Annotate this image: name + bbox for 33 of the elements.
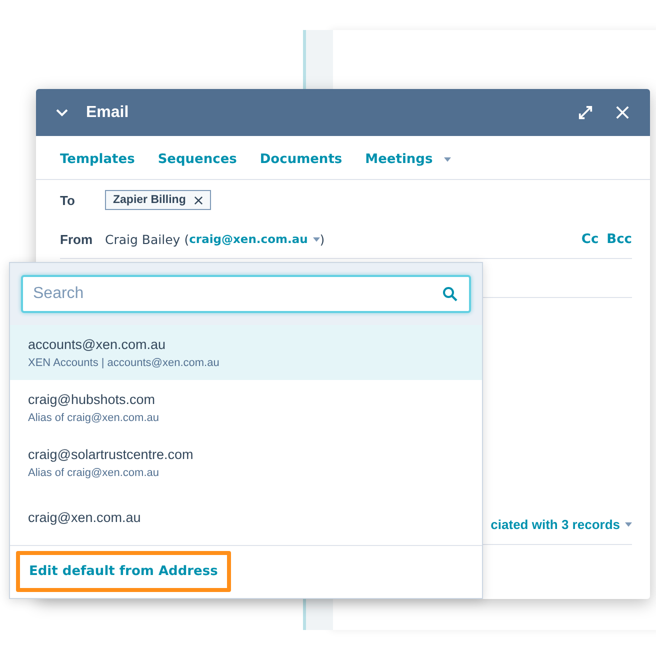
from-label: From [60,232,94,246]
address-option[interactable]: craig@xen.com.au [10,490,482,545]
option-detail: Alias of craig@xen.com.au [28,466,160,478]
address-option[interactable]: accounts@xen.com.au XEN Accounts | accounts@xen.com.au [10,325,482,380]
from-selector[interactable]: Craig Bailey (craig@xen.com.au ) [105,232,325,246]
remove-icon[interactable] [194,196,203,204]
caret-icon [444,157,451,162]
address-option[interactable]: craig@hubshots.com Alias of craig@xen.com.au [10,380,482,435]
option-address: craig@hubshots.com [28,392,156,406]
chevron-down-icon[interactable] [56,108,68,116]
option-detail: Alias of craig@xen.com.au [28,412,160,424]
caret-icon [625,522,632,526]
caret-icon [312,236,320,242]
associations-menu[interactable]: ciated with 3 records [490,516,632,532]
edit-default-link[interactable]: Edit default from Address [16,551,231,592]
address-option[interactable]: craig@solartrustcentre.com Alias of craig@xen.com.au [10,435,482,490]
toolbar-link[interactable]: Templates [60,152,135,167]
option-address: craig@solartrustcentre.com [28,446,194,462]
bcc-link[interactable]: Bcc [598,232,632,246]
search-field[interactable]: Search [21,275,471,313]
cc-link[interactable]: Cc [573,232,599,246]
expand-icon[interactable] [578,105,593,120]
dialog-title: Email [86,104,129,122]
search-icon [442,286,458,302]
to-label: To [60,192,76,208]
meetings-menu[interactable]: Meetings [365,152,451,167]
toolbar-link[interactable]: Documents [260,152,342,167]
option-detail: XEN Accounts | accounts@xen.com.au [28,356,220,368]
toolbar-link[interactable]: Sequences [158,152,237,167]
close-icon[interactable] [615,105,630,120]
option-address: craig@xen.com.au [28,510,142,525]
recipient-chip[interactable]: Zapier Billing [105,190,211,210]
option-address: accounts@xen.com.au [28,336,167,352]
